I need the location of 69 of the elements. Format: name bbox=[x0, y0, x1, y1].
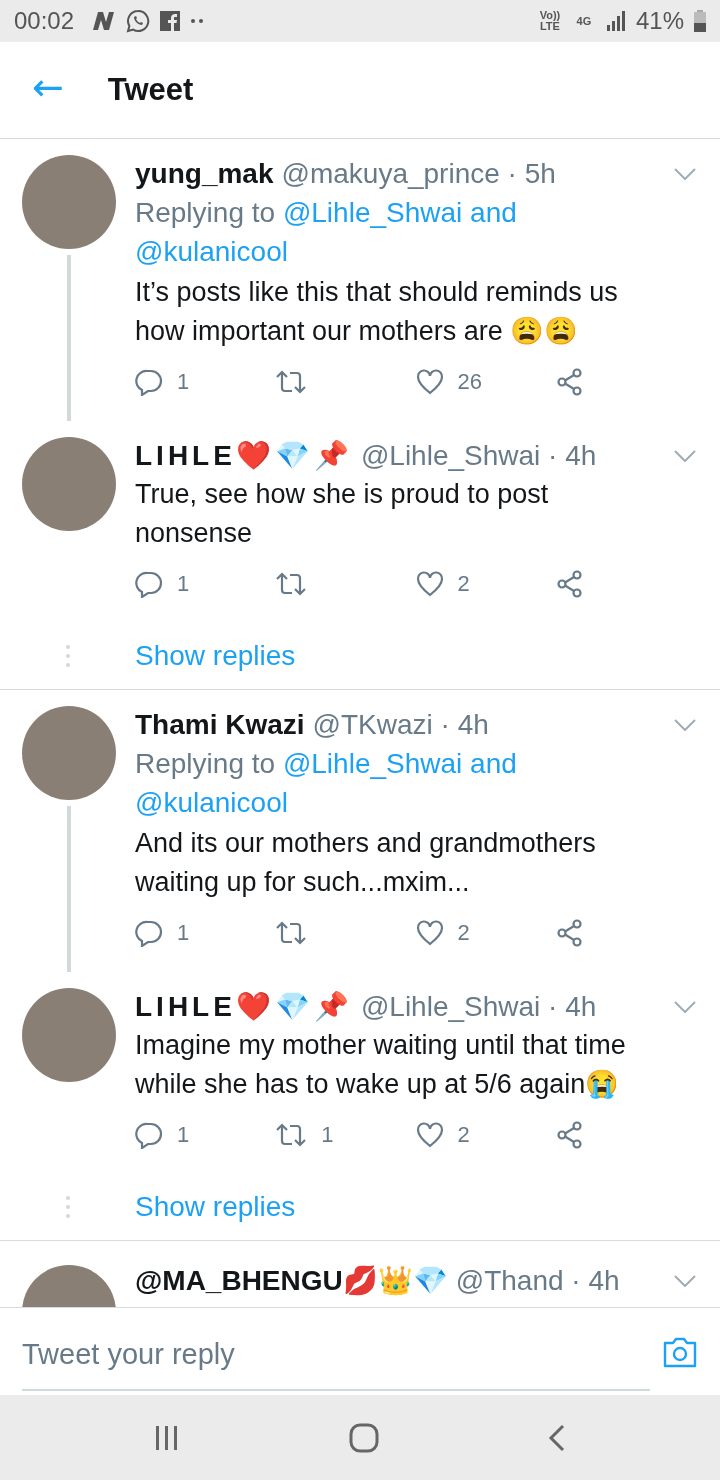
dotted-thread-icon bbox=[65, 1196, 70, 1218]
chat-bubble-icon bbox=[126, 9, 151, 33]
mention-link[interactable]: @kulanicool bbox=[135, 236, 288, 267]
reply-count: 1 bbox=[177, 571, 190, 597]
show-replies-link[interactable]: Show replies bbox=[135, 1191, 296, 1223]
volte-label: Vo)) LTE bbox=[538, 10, 562, 32]
signal-icon bbox=[605, 11, 626, 31]
page-title: Tweet bbox=[107, 72, 194, 108]
user-handle: @Thand · 4h bbox=[455, 1264, 621, 1298]
network-type: 4G bbox=[575, 15, 593, 27]
dotted-thread-icon bbox=[65, 645, 70, 667]
retweet-icon[interactable] bbox=[275, 369, 308, 395]
replying-to-text: Replying to @Lihle_Shwai and @kulanicool bbox=[135, 747, 518, 820]
reply-icon[interactable] bbox=[135, 368, 163, 396]
user-name[interactable]: Thami Kwazi bbox=[135, 708, 305, 742]
reply-count: 1 bbox=[177, 369, 190, 395]
chevron-down-icon[interactable] bbox=[674, 168, 696, 180]
like-count: 2 bbox=[457, 571, 470, 597]
user-name[interactable]: yung_mak bbox=[135, 157, 274, 191]
retweet-count: 1 bbox=[321, 1122, 334, 1148]
user-name[interactable]: LIHLE❤💎📌 bbox=[135, 439, 353, 473]
mention-link[interactable]: @Lihle_Shwai and bbox=[282, 197, 517, 228]
reply-count: 1 bbox=[177, 1122, 190, 1148]
chevron-down-icon[interactable] bbox=[674, 1275, 696, 1287]
show-replies-link[interactable]: Show replies bbox=[135, 640, 296, 672]
back-button[interactable]: ← bbox=[32, 65, 64, 115]
heart-icon[interactable] bbox=[415, 1122, 444, 1148]
user-name[interactable]: @MA_BHENGU💋👑💎 bbox=[135, 1261, 448, 1301]
reply-count: 1 bbox=[177, 920, 190, 946]
user-handle: @Lihle_Shwai · 4h bbox=[360, 439, 598, 473]
share-icon[interactable] bbox=[555, 368, 584, 396]
replying-to-text: Replying to @Lihle_Shwai and @kulanicool bbox=[135, 196, 518, 269]
share-icon[interactable] bbox=[555, 1121, 584, 1149]
more-dots-icon bbox=[190, 18, 205, 24]
heart-icon[interactable] bbox=[415, 920, 444, 946]
retweet-icon[interactable] bbox=[275, 571, 308, 597]
heart-icon[interactable] bbox=[415, 571, 444, 597]
battery-percent: 41% bbox=[635, 7, 684, 35]
retweet-icon[interactable] bbox=[275, 920, 308, 946]
tweet-text: And its our mothers and grandmothers waiting up for such...mxim... bbox=[135, 827, 597, 899]
user-handle: @Lihle_Shwai · 4h bbox=[360, 990, 598, 1024]
f-logo-icon bbox=[160, 11, 181, 31]
user-handle: @TKwazi · 4h bbox=[312, 708, 490, 742]
retweet-icon[interactable] bbox=[275, 1122, 308, 1148]
user-handle: @makuya_prince · 5h bbox=[281, 157, 557, 191]
share-icon[interactable] bbox=[555, 919, 584, 947]
reply-icon[interactable] bbox=[135, 919, 163, 947]
mention-link[interactable]: @Lihle_Shwai and bbox=[282, 748, 517, 779]
reply-icon[interactable] bbox=[135, 570, 163, 598]
reply-icon[interactable] bbox=[135, 1121, 163, 1149]
chevron-down-icon[interactable] bbox=[674, 1001, 696, 1013]
like-count: 26 bbox=[457, 369, 482, 395]
battery-icon bbox=[694, 10, 706, 32]
home-icon[interactable] bbox=[349, 1422, 379, 1453]
back-nav-icon[interactable] bbox=[547, 1423, 566, 1452]
n-logo-icon bbox=[90, 10, 117, 32]
status-time: 00:02 bbox=[14, 7, 75, 35]
tweet-text: It’s posts like this that should reminds us how important our mothers are 😩😩 bbox=[135, 276, 619, 348]
camera-icon[interactable] bbox=[662, 1335, 698, 1368]
like-count: 2 bbox=[457, 1122, 470, 1148]
heart-icon[interactable] bbox=[415, 369, 444, 395]
chevron-down-icon[interactable] bbox=[674, 450, 696, 462]
chevron-down-icon[interactable] bbox=[674, 719, 696, 731]
share-icon[interactable] bbox=[555, 570, 584, 598]
tweet-text: True, see how she is proud to post nonsense bbox=[135, 478, 550, 550]
tweet-text: Imagine my mother waiting until that time while she has to wake up at 5/6 again😭 bbox=[135, 1029, 627, 1101]
mention-link[interactable]: @kulanicool bbox=[135, 787, 288, 818]
like-count: 2 bbox=[457, 920, 470, 946]
user-name[interactable]: LIHLE❤💎📌 bbox=[135, 990, 353, 1024]
